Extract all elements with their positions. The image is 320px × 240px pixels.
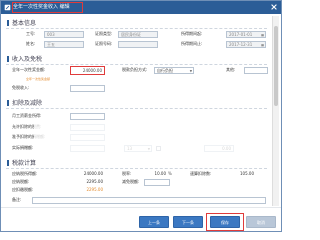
rate-unit: % (168, 171, 172, 176)
reduced-input[interactable] (144, 179, 170, 186)
method-select[interactable]: 自行负担 ▼ (154, 67, 194, 74)
save-button[interactable]: 保存 (210, 216, 240, 228)
note-input[interactable] (32, 197, 266, 204)
reduced-label: 减免税额: (122, 179, 140, 184)
quick-value: 105.00 (240, 171, 254, 176)
divider (6, 108, 267, 109)
rate-label: 税率: (122, 171, 132, 176)
scrollbar-thumb[interactable] (274, 26, 278, 106)
monthly-input[interactable] (70, 113, 105, 120)
id-no-label: 工号: (26, 31, 36, 36)
payable-value: 2295.00 (86, 179, 103, 184)
bonus-hint: 全年一次性奖金额 (26, 77, 51, 81)
redacted-area (34, 124, 234, 164)
actual-label: 实际捐赠额: (12, 145, 34, 150)
name-field[interactable]: 王五 (44, 41, 84, 48)
bonus-amount-input[interactable]: 24000.00 (70, 66, 105, 75)
withheld-label: 应扣缴税额: (12, 187, 34, 192)
method-label: 税款负担方式: (122, 67, 148, 72)
idnum-field[interactable] (118, 41, 158, 48)
idnum-label: 证照号码: (95, 41, 113, 46)
cancel-button[interactable]: 取消 (246, 216, 276, 228)
close-icon[interactable] (270, 3, 278, 11)
edit-icon (4, 4, 11, 11)
section-tax: 税款计算 (7, 160, 36, 167)
dialog-titlebar: 全年一次性奖金收入 编辑 (1, 1, 281, 14)
form-body: 基本信息 工号: 003 姓名: 王五 证照类型: 居民身份证 证照号码: 所得… (4, 16, 269, 206)
next-button[interactable]: 下一条 (173, 216, 203, 228)
scrollbar[interactable] (272, 16, 279, 206)
bonus-label: 全年一次性奖金额: (12, 67, 46, 72)
calendar-icon: ▦ (261, 43, 264, 47)
other-input[interactable] (244, 67, 268, 74)
chevron-down-icon: ▼ (189, 69, 192, 73)
prev-button[interactable]: 上一条 (139, 216, 169, 228)
idtype-field[interactable]: 居民身份证 (118, 31, 158, 38)
start-field[interactable]: 2017-01-01 ▦ (226, 31, 266, 38)
divider (6, 168, 267, 169)
id-no-field[interactable]: 003 (44, 31, 84, 38)
taxable-value: 24000.00 (83, 171, 103, 176)
dialog-footer: 上一条 下一条 保存 取消 (1, 207, 281, 231)
end-label: 所得期间止: (181, 41, 203, 46)
taxfree-input[interactable] (70, 85, 105, 92)
payable-label: 应纳税额: (12, 179, 30, 184)
section-basic: 基本信息 (7, 20, 36, 27)
section-income: 收入及免税 (7, 56, 42, 63)
taxable-label: 应纳税所得额: (12, 171, 38, 176)
idtype-label: 证照类型: (95, 31, 113, 36)
start-label: 所得期间起: (181, 31, 203, 36)
other-label: 其他: (226, 67, 236, 72)
section-deduct: 扣除及减除 (7, 100, 42, 107)
calendar-icon: ▦ (261, 33, 264, 37)
divider (6, 64, 267, 65)
rate-value: 10.00 (154, 171, 166, 176)
edit-dialog: 全年一次性奖金收入 编辑 基本信息 工号: 003 姓名: 王五 证照类型: 居… (0, 0, 282, 232)
note-label: 备注: (12, 197, 22, 202)
name-label: 姓名: (26, 41, 36, 46)
divider (6, 28, 267, 29)
monthly-label: 月工资薪金所得: (12, 113, 42, 118)
withheld-value: 2295.00 (86, 187, 103, 192)
taxfree-label: 免税收入: (12, 85, 30, 90)
quick-label: 速算扣除数: (190, 171, 212, 176)
end-field[interactable]: 2017-12-31 ▦ (226, 41, 266, 48)
dialog-title: 全年一次性奖金收入 编辑 (13, 4, 70, 10)
